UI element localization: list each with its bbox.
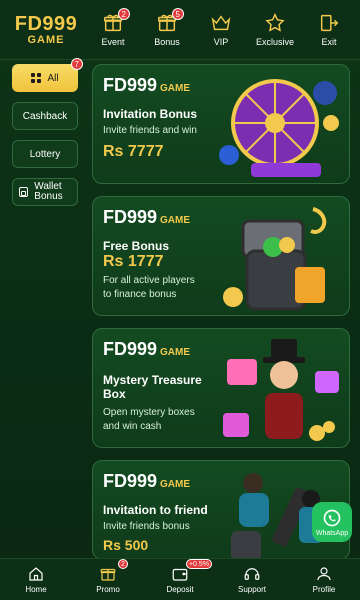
- nav-label: Bonus: [154, 37, 180, 47]
- card-title: Free Bonus: [103, 239, 170, 253]
- card-desc: For all active players: [103, 275, 195, 286]
- card-desc: Invite friends bonus: [103, 521, 190, 532]
- sidebar-item-wallet-bonus[interactable]: Wallet Bonus: [12, 178, 78, 206]
- header-nav: 2 Event 5 Bonus VIP Exclusive Exit: [86, 8, 356, 47]
- card-title-line-2: Box: [103, 387, 126, 401]
- star-icon: [265, 13, 285, 32]
- whatsapp-icon: [323, 509, 341, 526]
- nav-bonus[interactable]: 5 Bonus: [142, 8, 192, 47]
- card-desc: and win cash: [103, 421, 162, 432]
- card-amount: Rs 7777: [103, 143, 164, 160]
- card-brand-main: FD999: [103, 75, 158, 95]
- bottom-nav-deposit[interactable]: +0.5% Deposit: [150, 559, 212, 594]
- category-sidebar: All 7 Cashback Lottery Wallet Bonus: [12, 58, 83, 216]
- nav-label: Exclusive: [255, 37, 294, 47]
- bonus-badge: 5: [171, 8, 184, 20]
- card-amount: Rs 500: [103, 537, 149, 553]
- whatsapp-button[interactable]: WhatsApp: [312, 502, 352, 542]
- promo-card-mystery-treasure-box[interactable]: FD999 GAME Mystery Treasure Box Open mys…: [92, 328, 350, 448]
- sidebar-item-cashback[interactable]: Cashback: [12, 102, 78, 130]
- nav-exit[interactable]: Exit: [304, 12, 354, 47]
- headset-icon: [244, 568, 260, 580]
- promo-badge: 2: [118, 559, 128, 569]
- all-badge: 7: [70, 58, 83, 70]
- card-desc: Open mystery boxes: [103, 407, 195, 418]
- promo-card-invitation-bonus[interactable]: FD999 GAME Invitation Bonus Invite frien…: [92, 64, 350, 184]
- bottom-nav-label: Support: [237, 585, 267, 594]
- prize-wheel-illustration: [219, 79, 339, 177]
- promo-card-free-bonus[interactable]: FD999 GAME Free Bonus Rs 1777 For all ac…: [92, 196, 350, 316]
- card-brand-main: FD999: [103, 207, 158, 227]
- logo-sub: GAME: [27, 33, 65, 46]
- nav-exclusive[interactable]: Exclusive: [250, 12, 300, 47]
- sidebar-item-all[interactable]: All 7: [12, 58, 83, 92]
- wallet-icon: [172, 568, 188, 581]
- card-brand: FD999 GAME: [103, 207, 190, 228]
- nav-event[interactable]: 2 Event: [88, 8, 138, 47]
- card-title: Invitation Bonus: [103, 107, 197, 121]
- deposit-badge: +0.5%: [185, 559, 212, 569]
- bottom-nav-profile[interactable]: Profile: [294, 565, 354, 594]
- card-brand-sub: GAME: [160, 215, 191, 226]
- top-header: FD999 GAME 2 Event 5 Bonus VIP Exclusive…: [0, 0, 360, 60]
- card-amount: Rs 1777: [103, 253, 164, 270]
- exit-icon: [320, 14, 339, 32]
- card-brand-sub: GAME: [160, 479, 191, 490]
- sidebar-item-label: Cashback: [22, 110, 68, 122]
- treasure-chest-illustration: [223, 207, 327, 311]
- home-icon: [29, 567, 43, 581]
- brand-logo[interactable]: FD999 GAME: [10, 0, 82, 60]
- card-desc: to finance bonus: [103, 289, 177, 300]
- nav-label: Event: [101, 37, 125, 47]
- sidebar-item-label: Wallet Bonus: [34, 181, 63, 202]
- bottom-nav-home[interactable]: Home: [6, 565, 66, 594]
- nav-label: VIP: [213, 37, 229, 47]
- sidebar-item-label: Lottery: [29, 148, 61, 160]
- card-brand: FD999 GAME: [103, 471, 190, 492]
- bottom-nav-label: Home: [25, 585, 47, 594]
- bottom-nav-label: Profile: [312, 585, 336, 594]
- gift-icon: [100, 568, 116, 581]
- bottom-nav-promo[interactable]: 2 Promo: [78, 559, 138, 594]
- grid-icon: [31, 73, 42, 83]
- card-brand-sub: GAME: [160, 347, 191, 358]
- magician-gift-illustration: [223, 339, 339, 441]
- bottom-nav-label: Promo: [96, 585, 120, 594]
- event-badge: 2: [117, 8, 130, 20]
- whatsapp-label: WhatsApp: [315, 529, 349, 537]
- bottom-navigation: Home 2 Promo +0.5% Deposit Support Profi…: [0, 558, 360, 600]
- card-title: Invitation to friend: [103, 503, 208, 517]
- card-brand: FD999 GAME: [103, 339, 190, 360]
- crown-icon: [211, 15, 231, 31]
- card-brand-main: FD999: [103, 471, 158, 491]
- profile-icon: [317, 567, 331, 581]
- logo-main: FD999: [14, 12, 78, 35]
- card-title: Mystery Treasure: [103, 373, 202, 387]
- sidebar-item-lottery[interactable]: Lottery: [12, 140, 78, 168]
- card-brand: FD999 GAME: [103, 75, 190, 96]
- card-brand-sub: GAME: [160, 83, 191, 94]
- nav-vip[interactable]: VIP: [196, 12, 246, 47]
- bottom-nav-support[interactable]: Support: [222, 565, 282, 594]
- card-brand-main: FD999: [103, 339, 158, 359]
- promotions-screen: FD999 GAME 2 Event 5 Bonus VIP Exclusive…: [0, 0, 360, 600]
- card-desc: Invite friends and win: [103, 125, 197, 136]
- nav-label: Exit: [321, 37, 337, 47]
- sidebar-item-label: All: [47, 72, 59, 84]
- wallet-icon: [19, 187, 29, 197]
- bottom-nav-label: Deposit: [166, 585, 194, 594]
